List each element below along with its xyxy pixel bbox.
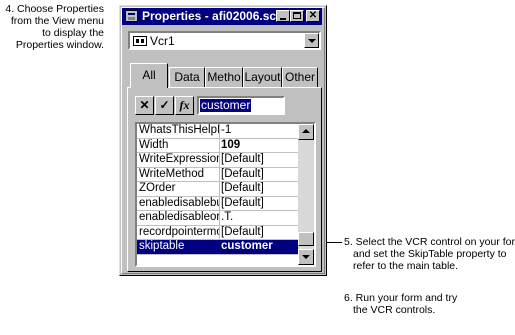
close-icon: ✕ — [308, 10, 318, 21]
property-value-text: customer — [200, 98, 252, 112]
title-bar[interactable]: Properties - afi02006.scx ✕ — [122, 8, 322, 25]
tab-data[interactable]: Data — [169, 67, 205, 87]
column-divider — [219, 182, 220, 196]
property-row[interactable]: WriteExpression [Default] — [137, 153, 298, 168]
chevron-up-icon — [302, 129, 310, 133]
callout-step-5: 5. Select the VCR control on your form a… — [344, 236, 515, 272]
property-name: WriteMethod — [139, 167, 204, 180]
property-row[interactable]: WhatsThisHelpI -1 — [137, 124, 298, 139]
maximize-button[interactable] — [290, 10, 304, 22]
property-row-selected[interactable]: skiptable customer — [137, 240, 298, 255]
cancel-edit-button[interactable]: ✕ — [135, 96, 154, 115]
property-value: .T. — [221, 211, 234, 223]
vertical-scrollbar[interactable] — [298, 124, 314, 265]
callout-line: 6. Run your form and try — [344, 292, 458, 304]
vcr-control-icon — [133, 36, 147, 46]
property-name: WhatsThisHelpI — [139, 124, 219, 136]
object-selector[interactable]: Vcr1 — [128, 31, 321, 50]
property-grid[interactable]: WhatsThisHelpI -1 Width 109 WriteExpress… — [135, 122, 316, 267]
window-title: Properties - afi02006.scx — [142, 9, 277, 23]
column-divider — [219, 196, 220, 211]
callout-line: 4. Choose Properties — [5, 3, 104, 15]
column-divider — [219, 211, 220, 225]
column-divider — [219, 225, 220, 240]
minimize-icon — [280, 18, 286, 20]
property-name: skiptable — [139, 240, 185, 252]
callout-step-6: 6. Run your form and try the VCR control… — [344, 292, 457, 316]
property-value: [Default] — [221, 167, 264, 180]
scroll-up-button[interactable] — [298, 124, 314, 140]
callout-line: 5. Select the VCR control on your form — [344, 236, 515, 248]
callout-line: the VCR controls. — [353, 304, 436, 316]
column-divider — [219, 153, 220, 167]
property-row[interactable]: Width 109 — [137, 138, 298, 153]
column-divider — [219, 167, 220, 182]
checkmark-icon: ✓ — [159, 98, 170, 112]
properties-window-icon[interactable] — [125, 10, 138, 22]
property-value: 109 — [221, 138, 241, 151]
property-row[interactable]: enabledisablebu [Default] — [137, 196, 298, 211]
callout-line: refer to the main table. — [353, 260, 459, 272]
object-selector-value: Vcr1 — [150, 34, 175, 48]
object-selector-dropdown-button[interactable] — [304, 33, 319, 48]
property-name: recordpointermo — [139, 225, 219, 238]
callout-line: and set the SkipTable property to — [353, 248, 507, 260]
maximize-icon — [293, 12, 301, 19]
property-name: enabledisableor — [139, 211, 219, 223]
property-name: Width — [139, 138, 169, 151]
property-value: -1 — [221, 124, 232, 136]
function-icon: fx — [179, 98, 190, 112]
scroll-down-button[interactable] — [298, 249, 314, 265]
callout-step-4: 4. Choose Properties from the View menu … — [0, 3, 104, 51]
property-name: ZOrder — [139, 182, 176, 194]
property-row[interactable]: WriteMethod [Default] — [137, 167, 298, 182]
callout-line: Properties window. — [15, 39, 104, 51]
tab-layout[interactable]: Layout — [243, 67, 282, 87]
close-button[interactable]: ✕ — [306, 10, 320, 22]
property-name: WriteExpression — [139, 153, 219, 165]
function-builder-button[interactable]: fx — [175, 96, 194, 115]
property-row[interactable]: enabledisableor .T. — [137, 211, 298, 226]
property-value: customer — [221, 240, 273, 252]
chevron-down-icon — [308, 39, 316, 43]
tab-other[interactable]: Other — [282, 67, 318, 87]
column-divider — [219, 138, 220, 153]
property-edit-bar: ✕ ✓ fx customer — [135, 96, 315, 116]
callout-line: from the View menu — [10, 15, 104, 27]
property-row[interactable]: recordpointermo [Default] — [137, 225, 298, 240]
cancel-icon: ✕ — [139, 98, 150, 112]
property-value: [Default] — [221, 182, 264, 194]
callout-line: to display the — [42, 27, 104, 39]
property-value: [Default] — [221, 153, 264, 165]
property-value: [Default] — [221, 225, 264, 238]
accept-edit-button[interactable]: ✓ — [155, 96, 174, 115]
tab-all[interactable]: All — [130, 63, 168, 88]
properties-window: Properties - afi02006.scx ✕ Vcr1 Data Me… — [119, 5, 327, 276]
property-value-input[interactable]: customer — [197, 96, 285, 115]
tab-methods[interactable]: Metho — [205, 67, 243, 87]
minimize-button[interactable] — [276, 10, 290, 22]
column-divider — [219, 124, 220, 138]
property-row[interactable]: ZOrder [Default] — [137, 182, 298, 197]
property-name: enabledisablebu — [139, 196, 219, 209]
scroll-thumb[interactable] — [298, 232, 314, 246]
property-value: [Default] — [221, 196, 264, 209]
chevron-down-icon — [302, 255, 310, 259]
